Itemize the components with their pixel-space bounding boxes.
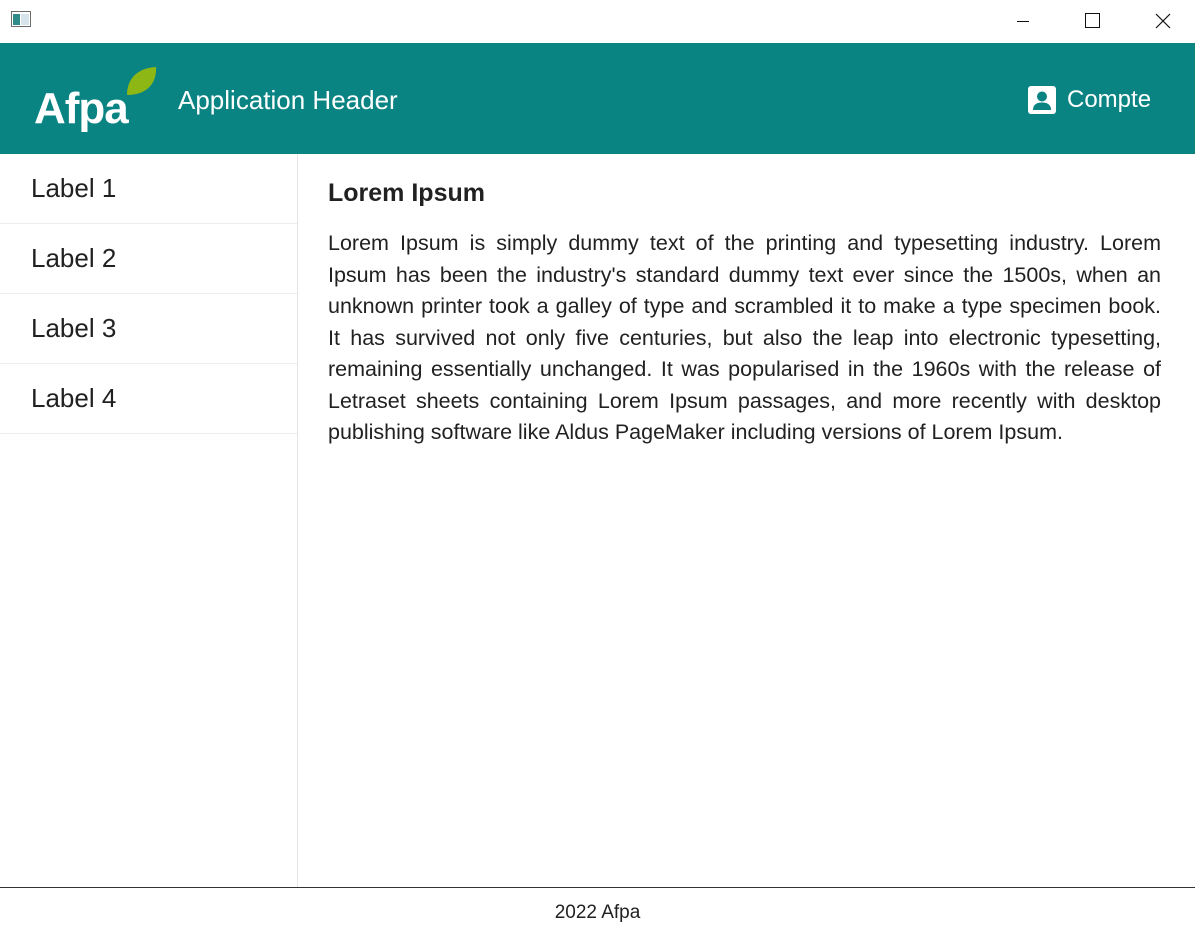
maximize-icon	[1085, 13, 1100, 28]
maximize-button[interactable]	[1069, 0, 1115, 43]
sidebar-item-label-3[interactable]: Label 3	[0, 294, 297, 364]
sidebar: Label 1 Label 2 Label 3 Label 4	[0, 154, 298, 887]
sidebar-item-label-1[interactable]: Label 1	[0, 154, 297, 224]
account-label: Compte	[1067, 86, 1152, 113]
close-icon	[1155, 13, 1171, 29]
afpa-logo: Afpa	[34, 67, 157, 133]
app-header: Afpa Application Header Compte	[0, 43, 1195, 154]
close-button[interactable]	[1140, 0, 1186, 43]
app-window-icon	[11, 11, 31, 27]
svg-text:Afpa: Afpa	[34, 84, 129, 133]
sidebar-item-label-4[interactable]: Label 4	[0, 364, 297, 434]
sidebar-item-label: Label 4	[31, 383, 117, 413]
body-text: Lorem Ipsum is simply dummy text of the …	[328, 231, 1161, 444]
sidebar-item-label: Label 2	[31, 243, 117, 273]
header-title: Application Header	[178, 85, 398, 115]
sidebar-item-label: Label 1	[31, 173, 117, 203]
account-button[interactable]: Compte	[1028, 83, 1151, 117]
page-title: Lorem Ipsum	[328, 179, 485, 207]
main-content: Lorem Ipsum Lorem Ipsum is simply dummy …	[328, 176, 1161, 449]
footer: 2022 Afpa	[0, 887, 1195, 938]
account-box-icon	[1028, 86, 1056, 114]
footer-text: 2022 Afpa	[554, 902, 641, 923]
minimize-button[interactable]	[1000, 0, 1046, 43]
sidebar-item-label-2[interactable]: Label 2	[0, 224, 297, 294]
sidebar-item-label: Label 3	[31, 313, 117, 343]
minimize-icon	[1017, 21, 1029, 22]
app-window: Afpa Application Header Compte Label 1 L…	[0, 0, 1195, 938]
title-bar	[0, 0, 1195, 43]
